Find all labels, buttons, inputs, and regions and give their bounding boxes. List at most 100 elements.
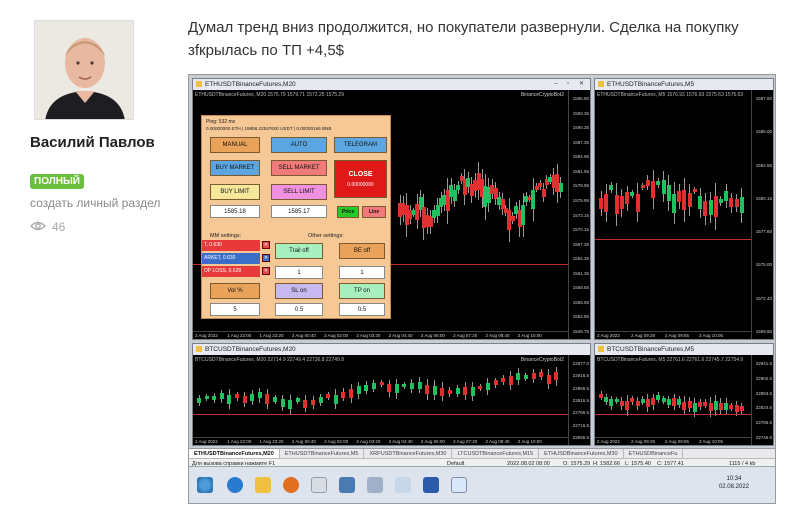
app-icon[interactable]	[447, 472, 471, 498]
tab-ethusd-more[interactable]: ETHUSDBinanceFu	[624, 449, 684, 458]
candle	[295, 398, 300, 402]
candle	[672, 398, 676, 406]
price-tick: 1595.80	[572, 96, 589, 101]
candle	[625, 192, 630, 204]
app-icon[interactable]	[363, 472, 387, 498]
tp-field[interactable]: 0.5	[339, 303, 385, 316]
sell-market-button[interactable]: SELL MARKET	[271, 160, 327, 176]
candle	[599, 197, 603, 209]
time-tick: 2 Aug 10:00	[517, 333, 542, 338]
candle	[510, 215, 515, 221]
chart-window-eth-m5[interactable]: ETHUSDTBinanceFutures,M5 ETHUSDTBinanceF…	[594, 78, 774, 340]
vol-field[interactable]: 5	[210, 303, 260, 316]
candle	[379, 381, 384, 385]
close-button[interactable]: CLOSE 0.00000000	[334, 160, 387, 198]
time-axis: 2 Aug 2022 1 Aug 22:00 1 Aug 23:20 2 Aug 00…	[193, 331, 568, 339]
trail-toggle[interactable]: Trail off	[275, 243, 323, 259]
vol-button[interactable]: Vol %	[210, 283, 260, 299]
time-tick: 2 Aug 02:00	[324, 333, 349, 338]
candle	[349, 389, 354, 399]
tab-xrp-m30[interactable]: XRPUSDTBinanceFutures,M30	[364, 449, 453, 458]
tab-eth-m5[interactable]: ETHUSDTBinanceFutures,M5	[280, 449, 365, 458]
start-button[interactable]	[193, 472, 217, 498]
close-icon[interactable]: ✕	[262, 241, 270, 249]
candle	[364, 384, 369, 391]
candle	[687, 192, 692, 208]
candle	[318, 397, 323, 403]
candle	[619, 400, 624, 407]
candle	[734, 405, 739, 412]
close-icon[interactable]: ✕	[262, 267, 270, 275]
create-section-link[interactable]: создать личный раздел	[30, 196, 160, 210]
candles-area[interactable]	[193, 355, 568, 437]
ping-text: Ping: 532 ms	[206, 119, 236, 125]
mm-row-3[interactable]: OP LOSS, 0.628	[202, 266, 260, 277]
folder-icon[interactable]	[251, 472, 275, 498]
app-icon[interactable]	[307, 472, 331, 498]
candle	[394, 384, 399, 394]
price-tick: 1570.15	[572, 227, 589, 233]
candle	[666, 184, 671, 202]
time-tick: 2 Aug 00:40	[291, 439, 316, 444]
price-tick: 22665.5	[572, 435, 589, 440]
time-tick: 2 Aug 02:00	[324, 439, 349, 444]
sell-price-field[interactable]: 1585.17	[271, 205, 327, 218]
window-title: ETHUSDTBinanceFutures,M5	[595, 79, 773, 90]
tab-eth-m20[interactable]: ETHUSDTBinanceFutures,M20	[189, 449, 280, 458]
candles-area[interactable]	[595, 355, 751, 437]
window-controls[interactable]: – ▫ ✕	[554, 79, 588, 90]
avatar[interactable]	[34, 20, 134, 120]
price-tick: 22977.0	[572, 361, 589, 366]
candle	[645, 179, 650, 187]
time-tick: 2 Aug 08:40	[485, 439, 510, 444]
buy-market-button[interactable]: BUY MARKET	[210, 160, 260, 176]
buy-limit-button[interactable]: BUY LIMIT	[210, 184, 260, 200]
ie-icon[interactable]	[223, 472, 247, 498]
price-tick: 1578.95	[572, 183, 589, 189]
app-icon[interactable]	[335, 472, 359, 498]
time-tick: 2 Aug 10:00	[517, 439, 542, 444]
close-icon[interactable]: ✕	[262, 254, 270, 262]
buy-price-field[interactable]: 1585.18	[210, 205, 260, 218]
candle	[604, 194, 609, 212]
auto-button[interactable]: AUTO	[271, 137, 327, 153]
post-screenshot[interactable]: ETHUSDTBinanceFutures,M20 – ▫ ✕ ETHUSDTB…	[188, 74, 776, 504]
sell-limit-button[interactable]: SELL LIMIT	[271, 184, 327, 200]
candle	[692, 188, 697, 193]
mm-row-2[interactable]: ARKET, 0.630	[202, 253, 260, 264]
line-button[interactable]: Line	[362, 206, 386, 218]
candle	[677, 399, 682, 405]
price-tick: 1569.80	[755, 329, 772, 334]
chart-window-btc-m20[interactable]: BTCUSDTBinanceFutures,M20 BTCUSDTBinance…	[192, 343, 591, 446]
chart-window-eth-m20[interactable]: ETHUSDTBinanceFutures,M20 – ▫ ✕ ETHUSDTB…	[192, 78, 591, 340]
be-toggle[interactable]: BE off	[339, 243, 385, 259]
price-tick: 1575.00	[755, 262, 772, 268]
time-tick: 2 Aug 08:40	[485, 333, 510, 338]
user-name[interactable]: Василий Павлов	[30, 133, 170, 152]
time-tick: 2 Aug 07:20	[453, 439, 478, 444]
mm-row-1[interactable]: T, 0.630	[202, 240, 260, 251]
sl-toggle[interactable]: SL on	[275, 283, 323, 299]
status-badge: ПОЛНЫЙ	[30, 174, 84, 189]
manual-button[interactable]: MANUAL	[210, 137, 260, 153]
chart-window-btc-m5[interactable]: BTCUSDTBinanceFutures,M5 BTCUSDTBinanceF…	[594, 343, 774, 446]
be-qty-field[interactable]: 1	[339, 266, 385, 279]
trail-qty-field[interactable]: 1	[275, 266, 323, 279]
candle	[478, 385, 483, 390]
candles-area[interactable]	[595, 90, 751, 331]
media-player-icon[interactable]	[279, 472, 303, 498]
candle	[609, 185, 614, 190]
app-icon[interactable]	[391, 472, 415, 498]
system-clock[interactable]: 10:34 02.08.2022	[719, 475, 749, 491]
candle	[356, 386, 361, 395]
price-button[interactable]: Price	[337, 206, 359, 218]
telegram-button[interactable]: TELEGRAM	[334, 137, 387, 153]
price-tick: 22785.5	[755, 420, 772, 426]
tp-toggle[interactable]: TP on	[339, 283, 385, 299]
mm-settings-label: MM settings:	[210, 233, 242, 239]
candle	[523, 375, 528, 379]
sl-field[interactable]: 0.5	[275, 303, 323, 316]
tab-ltc-m15[interactable]: LTCUSDTBinanceFutures,M15	[452, 449, 540, 458]
word-icon[interactable]	[419, 472, 443, 498]
tab-ethusd-m30[interactable]: ETHUSDBinanceFutures,M30	[539, 449, 624, 458]
